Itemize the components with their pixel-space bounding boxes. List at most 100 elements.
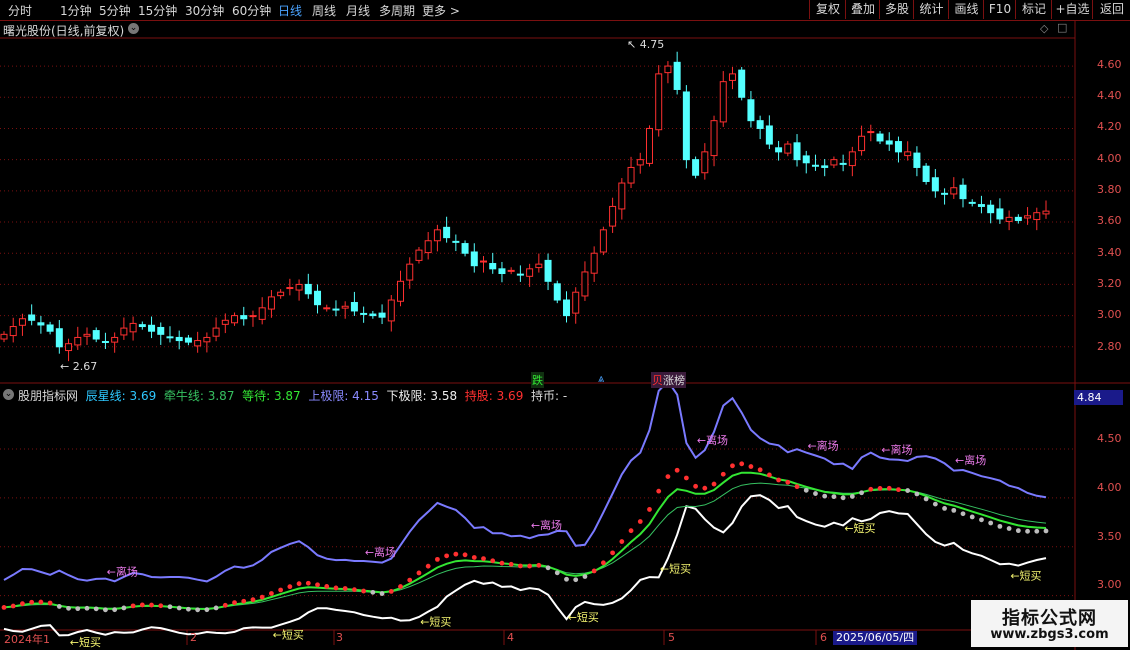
chenxing-dot — [637, 519, 643, 524]
candle-body — [913, 152, 921, 168]
candle-body — [1024, 215, 1032, 219]
chenxing-dot — [176, 605, 182, 611]
candle-body — [231, 315, 239, 324]
candle-body — [581, 271, 589, 297]
chenxing-dot — [656, 488, 662, 494]
low-arrow: ← — [60, 360, 73, 373]
chenxing-dot — [711, 481, 717, 487]
chenxing-dot — [527, 563, 533, 569]
chenxing-dot — [315, 582, 320, 588]
candle-body — [65, 343, 73, 352]
date-axis-label: 2024年1 — [4, 633, 50, 646]
candle-body — [28, 314, 36, 321]
chenxing-dot — [10, 603, 16, 609]
chart-canvas[interactable]: ←离场 ←离场 ←离场 ←离场 ←离场 ←离场 ←离场 ←短买 ←短买 ←短买 ←短买 ←短买 ←短买 ←… — [0, 0, 1130, 650]
chenxing-dot — [517, 563, 523, 569]
diamond-icon[interactable]: ◇ — [1040, 22, 1048, 35]
chenxing-dot — [969, 514, 975, 520]
chenxing-dot — [139, 602, 145, 608]
candle-body — [507, 269, 515, 272]
indicator-axis-cursor: 4.84 — [1074, 390, 1123, 405]
chenxing-dot — [352, 587, 357, 593]
chenxing-dot — [462, 552, 468, 558]
chenxing-dot — [1006, 526, 1012, 531]
candle-body — [562, 299, 570, 317]
chenxing-dot — [84, 605, 90, 611]
price-axis-label: 4.60 — [1097, 58, 1122, 71]
buy-signal-label: ←短买 — [660, 562, 691, 576]
indicator-annotations: ←离场 ←离场 ←离场 ←离场 ←离场 ←离场 ←离场 ←短买 ←短买 ←短买 ←短买 ←短买 ←短买 ←… — [70, 433, 1042, 649]
fall-marker: 跌 — [531, 372, 544, 388]
candle-body — [839, 162, 847, 165]
chenxing-dot — [849, 494, 855, 499]
candle-body — [867, 131, 875, 134]
candle-body — [1005, 216, 1013, 222]
chenxing-dot — [453, 551, 459, 557]
candle-body — [775, 147, 783, 153]
price-axis-label: 3.60 — [1097, 214, 1122, 227]
chenxing-dot — [29, 599, 35, 605]
candle-body — [470, 251, 478, 267]
chenxing-dot — [388, 589, 394, 594]
chenxing-dot — [195, 607, 201, 613]
candle-body — [719, 81, 727, 123]
chenxing-dot — [730, 463, 735, 469]
candle-body — [480, 260, 488, 263]
chenxing-dot — [186, 606, 191, 612]
buy-signal-label: ←短买 — [70, 635, 101, 649]
chenxing-dot — [1025, 528, 1030, 534]
candle-body — [544, 259, 552, 282]
chenxing-dot — [259, 594, 265, 600]
candle-body — [37, 322, 45, 326]
chenxing-dot — [803, 487, 809, 493]
candle-body — [350, 302, 358, 312]
indicator-name: 股朋指标网 — [18, 389, 79, 403]
chenxing-dot — [868, 486, 874, 492]
upper-limit-line — [3, 379, 1047, 583]
candle-body — [323, 307, 331, 310]
candle-body — [286, 287, 294, 290]
chenxing-dot — [416, 570, 422, 576]
candle-body — [83, 333, 91, 337]
candle-body — [120, 327, 128, 336]
legend-wait: 等待: 3.87 — [242, 389, 301, 403]
candle-body — [18, 318, 26, 326]
buy-signal-label: ←短买 — [1010, 569, 1041, 583]
exit-signal-label: ←离场 — [365, 545, 396, 559]
chenxing-dot — [425, 563, 431, 569]
candle-body — [148, 324, 156, 332]
low-value: 2.67 — [72, 360, 98, 373]
chevron-down-icon[interactable]: ⌄ — [128, 23, 139, 34]
candle-body — [968, 201, 976, 204]
chenxing-dot — [370, 589, 376, 595]
price-axis-label: 3.00 — [1097, 308, 1122, 321]
chenxing-dot — [693, 483, 698, 489]
candle-body — [1033, 212, 1041, 221]
candle-body — [74, 336, 82, 346]
candle-body — [904, 151, 912, 157]
candle-body — [452, 240, 460, 243]
candle-body — [931, 177, 939, 192]
candle-body — [433, 229, 441, 242]
indicator-series — [1, 379, 1049, 637]
chenxing-dot — [361, 588, 367, 594]
candle-body — [9, 326, 17, 337]
chevron-down-icon[interactable]: ⌄ — [3, 389, 14, 400]
chenxing-dot — [481, 556, 486, 561]
chenxing-dot — [56, 604, 62, 609]
candle-body — [977, 204, 985, 207]
candle-body — [738, 69, 746, 98]
chenxing-dot — [130, 603, 136, 609]
chenxing-dot — [75, 606, 81, 612]
candle-body — [360, 312, 368, 315]
low-price-label: ← 2.67 — [60, 360, 97, 373]
candle-body — [747, 99, 755, 122]
exit-signal-label: ←离场 — [807, 438, 838, 452]
price-axis-label: 4.00 — [1097, 152, 1122, 165]
square-icon[interactable]: □ — [1057, 21, 1067, 34]
chenxing-dot — [66, 605, 71, 611]
candle-body — [858, 135, 866, 152]
chenxing-dot — [951, 507, 957, 513]
legend-chenxing: 辰星线: 3.69 — [85, 389, 157, 403]
candle-body — [664, 65, 672, 74]
